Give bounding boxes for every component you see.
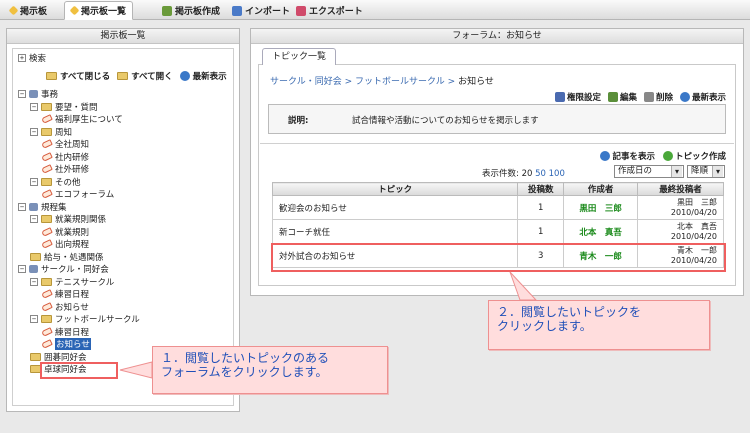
pointer-step-two — [509, 271, 538, 301]
pointer-step-one — [119, 361, 153, 379]
callout-pointers — [119, 271, 538, 379]
